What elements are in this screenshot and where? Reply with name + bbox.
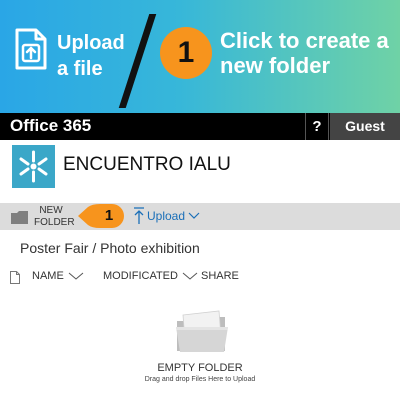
instruction-banner: Upload a file 1 Click to create a new fo… [0, 0, 400, 113]
step-badge: 1 [160, 27, 212, 79]
column-header-share[interactable]: SHARE [201, 270, 239, 286]
column-share-label: SHARE [201, 270, 239, 282]
upload-file-icon [15, 28, 47, 70]
column-name-label: NAME [32, 270, 64, 282]
upload-file-label: Upload a file [57, 32, 125, 80]
new-folder-button[interactable]: NEW FOLDER [34, 205, 75, 229]
chevron-down-icon [188, 212, 200, 219]
upload-arrow-icon [134, 207, 144, 224]
user-menu-button[interactable]: Guest [330, 113, 400, 140]
column-modified-label: MODIFICATED [103, 270, 178, 282]
empty-folder-title: EMPTY FOLDER [157, 362, 243, 374]
folder-icon[interactable] [11, 211, 28, 224]
upload-label: Upload [147, 209, 186, 223]
empty-folder-subtitle: Drag and drop Files Here to Upload [144, 376, 256, 383]
chevron-down-icon [182, 272, 198, 280]
breadcrumb[interactable]: Poster Fair / Photo exhibition [20, 240, 200, 256]
app-title: Office 365 [10, 116, 92, 135]
chevron-down-icon [68, 272, 84, 280]
column-header-modified[interactable]: MODIFICATED [103, 270, 198, 286]
site-title[interactable]: ENCUENTRO IALU [63, 154, 231, 176]
file-icon [10, 271, 20, 284]
help-button[interactable]: ? [305, 113, 329, 140]
instruction-text: Click to create a new folder [220, 28, 389, 78]
office-top-bar: Office 365 ? Guest [0, 113, 400, 140]
column-header-name[interactable]: NAME [32, 270, 84, 286]
empty-folder-icon [176, 310, 228, 352]
callout-number: 1 [104, 207, 114, 224]
site-logo [12, 145, 55, 188]
command-toolbar: NEW FOLDER [0, 203, 400, 230]
new-folder-label: NEW FOLDER [34, 205, 75, 228]
